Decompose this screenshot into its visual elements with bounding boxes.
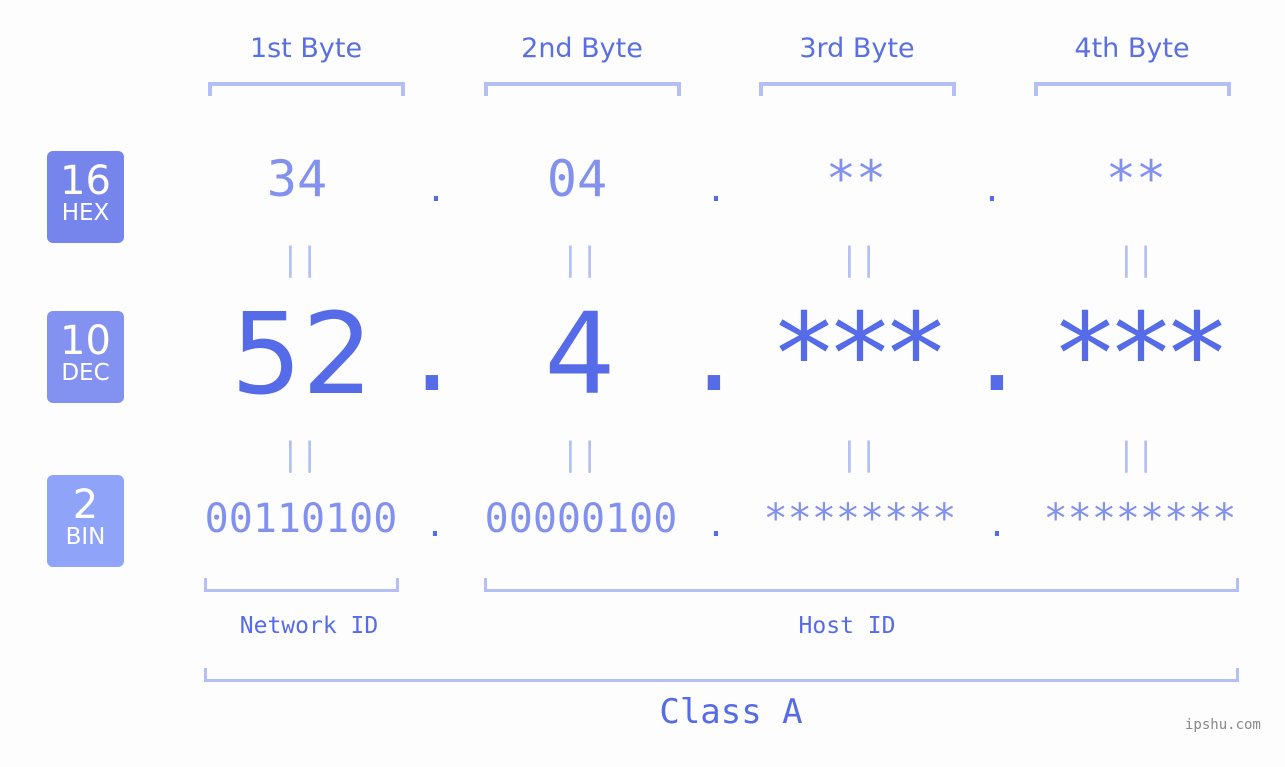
class-bracket bbox=[204, 668, 1239, 682]
dec-value-2: 4 bbox=[544, 290, 616, 420]
dec-value-1: 52 bbox=[230, 290, 374, 420]
byte-title-2: 2nd Byte bbox=[521, 33, 643, 64]
bin-separator-2: . bbox=[709, 500, 723, 546]
hex-badge-label: HEX bbox=[61, 200, 110, 226]
equals-sign: || bbox=[280, 435, 320, 473]
class-label: Class A bbox=[659, 692, 803, 732]
bin-value-4: ******** bbox=[1043, 496, 1237, 542]
dec-separator-1: . bbox=[412, 280, 452, 419]
byte-title-1: 1st Byte bbox=[249, 33, 363, 64]
bin-separator-1: . bbox=[428, 500, 442, 546]
watermark: ipshu.com bbox=[1185, 717, 1261, 733]
equals-sign: || bbox=[1116, 435, 1156, 473]
hex-value-3: ** bbox=[825, 150, 887, 208]
dec-separator-2: . bbox=[694, 280, 734, 419]
byte-title-4: 4th Byte bbox=[1074, 33, 1190, 64]
hex-separator-2: . bbox=[709, 165, 723, 211]
equals-sign: || bbox=[839, 240, 879, 278]
dec-separator-3: . bbox=[977, 280, 1017, 419]
network-id-label: Network ID bbox=[239, 613, 379, 639]
equals-sign: || bbox=[1116, 240, 1156, 278]
bin-badge: 2 BIN bbox=[47, 475, 124, 567]
bin-value-1: 00110100 bbox=[204, 496, 398, 542]
dec-value-3: *** bbox=[776, 290, 944, 420]
hex-badge-number: 16 bbox=[60, 158, 111, 204]
byte-bracket-2 bbox=[484, 82, 681, 96]
network-id-bracket bbox=[204, 578, 399, 592]
hex-separator-1: . bbox=[429, 165, 443, 211]
bin-badge-label: BIN bbox=[65, 524, 106, 550]
bin-value-3: ******** bbox=[763, 496, 957, 542]
host-id-label: Host ID bbox=[798, 613, 896, 639]
bin-badge-number: 2 bbox=[72, 482, 99, 528]
hex-value-1: 34 bbox=[266, 150, 328, 208]
dec-value-4: *** bbox=[1057, 290, 1225, 420]
byte-bracket-3 bbox=[759, 82, 956, 96]
dec-badge-number: 10 bbox=[60, 318, 111, 364]
equals-sign: || bbox=[280, 240, 320, 278]
byte-bracket-4 bbox=[1034, 82, 1231, 96]
dec-badge: 10 DEC bbox=[47, 311, 124, 403]
byte-bracket-1 bbox=[208, 82, 405, 96]
equals-sign: || bbox=[560, 435, 600, 473]
hex-separator-3: . bbox=[985, 165, 999, 211]
equals-sign: || bbox=[839, 435, 879, 473]
byte-title-3: 3rd Byte bbox=[799, 33, 915, 64]
bin-value-2: 00000100 bbox=[484, 496, 678, 542]
equals-sign: || bbox=[560, 240, 600, 278]
dec-badge-label: DEC bbox=[61, 360, 110, 386]
hex-value-4: ** bbox=[1105, 150, 1167, 208]
hex-badge: 16 HEX bbox=[47, 151, 124, 243]
host-id-bracket bbox=[484, 578, 1239, 592]
hex-value-2: 04 bbox=[546, 150, 608, 208]
bin-separator-3: . bbox=[990, 500, 1004, 546]
